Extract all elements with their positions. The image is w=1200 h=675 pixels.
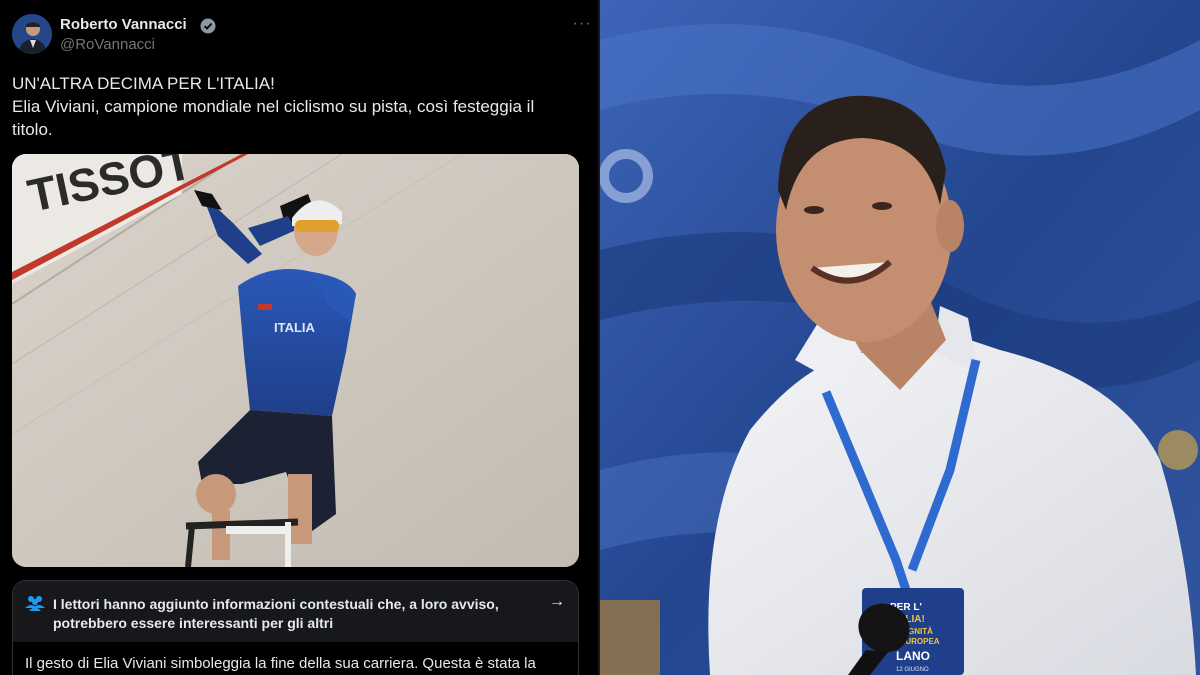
community-note-header[interactable]: I lettori hanno aggiunto informazioni co… [13,581,578,642]
verified-badge-icon [200,18,216,34]
tweet-text-line-2: Elia Viviani, campione mondiale nel cicl… [12,97,539,139]
tweet-media-photo[interactable]: TISSOT ITALIA [12,154,579,567]
tweet-card: Roberto Vannacci @RoVannacci ··· UN'ALTR… [0,0,598,675]
author-handle[interactable]: @RoVannacci [60,36,155,53]
people-icon [25,596,45,611]
author-name[interactable]: Roberto Vannacci [60,16,187,33]
tweet-text-line-1: UN'ALTRA DECIMA PER L'ITALIA! [12,74,275,93]
community-note-title: I lettori hanno aggiunto informazioni co… [53,596,499,631]
community-note-body: Il gesto di Elia Viviani simboleggia la … [25,655,536,672]
more-options-icon[interactable]: ··· [570,14,594,38]
author-avatar[interactable] [12,14,52,54]
badge-date: 12 GIUGNO [896,667,929,673]
arrow-right-icon[interactable]: → [549,593,565,611]
badge-city: LANO [896,649,930,663]
tweet-text: UN'ALTRA DECIMA PER L'ITALIA! Elia Vivia… [12,72,572,141]
portrait-photo: PER L' ITALIA! DIGNITÀ EUROPEA LANO 12 G… [600,0,1200,675]
community-note[interactable]: I lettori hanno aggiunto informazioni co… [12,580,579,675]
tweet-header: Roberto Vannacci @RoVannacci ··· [12,14,590,58]
jersey-label: ITALIA [274,320,316,335]
